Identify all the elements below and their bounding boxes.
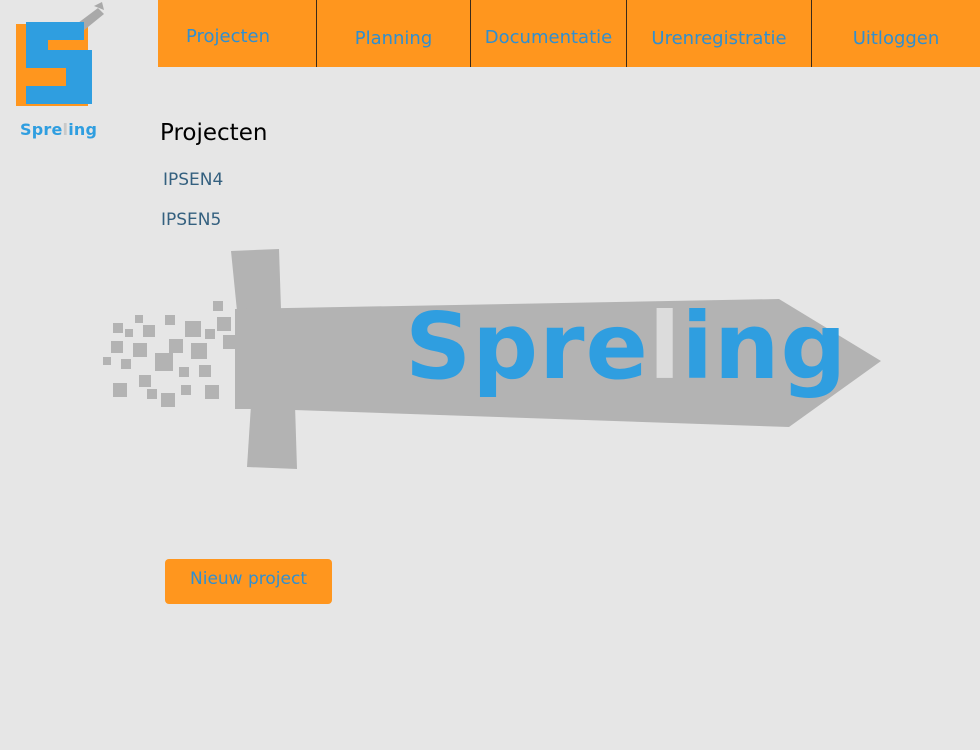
nav-planning[interactable]: Planning — [317, 0, 471, 67]
project-link-ipsen4[interactable]: IPSEN4 — [163, 170, 223, 190]
nav-label: Planning — [354, 28, 433, 49]
new-project-label: Nieuw project — [190, 569, 307, 589]
nav-label: Uitloggen — [852, 28, 940, 49]
spreling-logo-icon — [16, 2, 104, 106]
nav-projecten[interactable]: Projecten — [158, 0, 317, 67]
nav-documentatie[interactable]: Documentatie — [471, 0, 627, 67]
new-project-button[interactable]: Nieuw project — [165, 559, 332, 604]
page-title: Projecten — [160, 120, 268, 146]
project-link-ipsen5[interactable]: IPSEN5 — [161, 210, 221, 230]
banner-text: Spreling — [405, 293, 848, 400]
nav-uitloggen[interactable]: Uitloggen — [812, 0, 980, 67]
nav-label: Documentatie — [484, 27, 613, 48]
main-nav: Projecten Planning Documentatie Urenregi… — [158, 0, 980, 67]
spreling-banner: Spreling — [95, 245, 890, 475]
nav-urenregistratie[interactable]: Urenregistratie — [627, 0, 812, 67]
logo-text: Spreling — [20, 120, 98, 139]
logo[interactable]: Spreling — [10, 0, 110, 145]
nav-label: Urenregistratie — [651, 28, 787, 49]
nav-label: Projecten — [185, 26, 271, 47]
